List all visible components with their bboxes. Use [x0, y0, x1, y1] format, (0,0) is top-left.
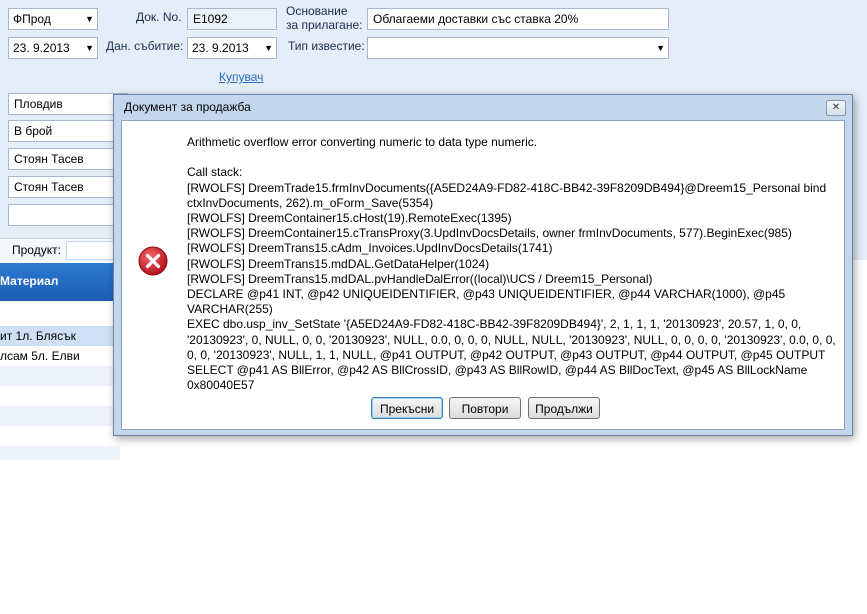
- table-row[interactable]: [0, 386, 120, 406]
- error-dialog: Документ за продажба ✕ Arithmetic overfl…: [113, 94, 853, 436]
- table-cell: ит 1л. Блясък: [0, 329, 76, 343]
- close-icon[interactable]: ✕: [826, 100, 846, 116]
- company-value: ФПрод: [13, 12, 51, 26]
- product-label: Продукт:: [12, 243, 61, 257]
- basis-label: Основание за прилагане:: [286, 4, 362, 32]
- error-icon: [138, 246, 168, 276]
- buyer-link[interactable]: Купувач: [219, 70, 263, 84]
- notice-type-label: Тип известие:: [288, 39, 365, 53]
- dialog-title: Документ за продажба: [124, 100, 251, 114]
- tax-date-label: Дан. събитие:: [106, 39, 184, 53]
- person2-field[interactable]: Стоян Тасев: [8, 176, 128, 198]
- basis-label-line2: за прилагане:: [286, 18, 363, 32]
- person1-field[interactable]: Стоян Тасев: [8, 148, 128, 170]
- chevron-down-icon[interactable]: ▼: [85, 38, 94, 58]
- abort-button[interactable]: Прекъсни: [371, 397, 443, 419]
- table-row[interactable]: [0, 366, 120, 386]
- doc-no-field[interactable]: E1092: [187, 8, 277, 30]
- date-value: 23. 9.2013: [13, 41, 70, 55]
- grid-header: Материал: [0, 263, 120, 301]
- city-field[interactable]: Пловдив: [8, 93, 128, 115]
- basis-label-line1: Основание: [286, 4, 348, 18]
- company-select[interactable]: ФПрод ▼: [8, 8, 98, 30]
- doc-no-label: Док. No.: [136, 10, 182, 24]
- table-row[interactable]: [0, 406, 120, 426]
- retry-button[interactable]: Повтори: [449, 397, 521, 419]
- chevron-down-icon[interactable]: ▼: [85, 9, 94, 29]
- blank-field[interactable]: [8, 204, 128, 226]
- material-column-header[interactable]: Материал: [0, 274, 58, 288]
- date-select[interactable]: 23. 9.2013 ▼: [8, 37, 98, 59]
- table-row[interactable]: [0, 426, 120, 446]
- basis-field[interactable]: Облагаеми доставки със ставка 20%: [367, 8, 669, 30]
- dialog-body: Arithmetic overflow error converting num…: [121, 120, 845, 430]
- tax-date-value: 23. 9.2013: [192, 41, 249, 55]
- table-row[interactable]: ит 1л. Блясък: [0, 326, 120, 346]
- error-message: Arithmetic overflow error converting num…: [187, 135, 836, 393]
- chevron-down-icon[interactable]: ▼: [656, 38, 665, 58]
- notice-type-select[interactable]: ▼: [367, 37, 669, 59]
- payment-field[interactable]: В брой: [8, 120, 128, 142]
- table-row[interactable]: [0, 446, 120, 460]
- continue-button[interactable]: Продължи: [528, 397, 600, 419]
- tax-date-select[interactable]: 23. 9.2013 ▼: [187, 37, 277, 59]
- table-cell: лсам 5л. Елви: [0, 349, 80, 363]
- product-input[interactable]: [66, 241, 120, 260]
- table-row[interactable]: лсам 5л. Елви: [0, 346, 120, 366]
- chevron-down-icon[interactable]: ▼: [264, 38, 273, 58]
